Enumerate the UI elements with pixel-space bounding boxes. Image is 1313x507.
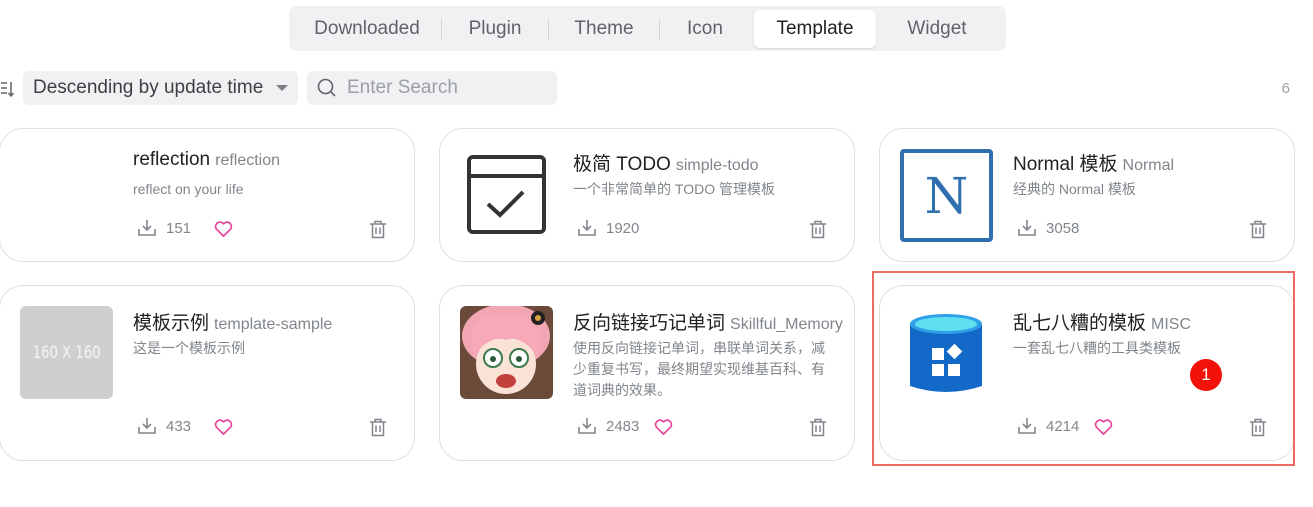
trash-icon[interactable] [809,220,827,239]
marketplace-page: Downloaded Plugin Theme Icon Template Wi… [0,0,1313,507]
download-count: 1920 [577,219,639,237]
sort-dropdown[interactable]: Descending by update time [23,71,298,105]
card-title: 极简 TODO simple-todo [573,154,759,175]
download-icon [1018,220,1036,236]
template-card-template-sample[interactable]: 160 X 160 模板示例 template-sample 这是一个模板示例 4… [0,285,415,461]
trash-icon[interactable] [1249,220,1267,239]
card-description: 这是一个模板示例 [133,340,245,356]
trash-icon[interactable] [809,418,827,437]
selection-highlight-box [872,271,1295,466]
letter-n-icon: N [900,149,993,242]
sort-dropdown-label: Descending by update time [33,77,264,98]
template-card-simple-todo[interactable]: 极简 TODO simple-todo 一个非常简单的 TODO 管理模板 192… [439,128,855,262]
tab-widget[interactable]: Widget [876,10,998,48]
blank-thumbnail [20,149,113,242]
card-subtitle: Normal [1122,157,1175,174]
search-box[interactable] [307,71,557,105]
download-icon [138,220,156,236]
result-count: 6 [1281,80,1290,97]
download-count: 151 [137,219,191,237]
download-count: 3058 [1017,219,1079,237]
search-icon [317,78,336,97]
card-subtitle: Skillful_Memory [730,316,843,333]
category-tabs: Downloaded Plugin Theme Icon Template Wi… [289,6,1006,51]
card-title: reflection reflection [133,149,281,170]
trash-icon[interactable] [369,418,387,437]
template-card-skillful-memory[interactable]: 反向链接巧记单词 Skillful_Memory 使用反向链接记单词，串联单词关系… [439,285,855,461]
chevron-down-icon [276,85,288,91]
template-card-reflection[interactable]: reflection reflection reflect on your lif… [0,128,415,262]
tab-template[interactable]: Template [754,9,876,48]
search-input[interactable] [347,77,537,99]
download-icon [578,418,596,434]
download-icon [578,220,596,236]
card-subtitle: simple-todo [675,157,759,174]
sort-order-icon[interactable] [0,79,14,99]
card-subtitle: template-sample [214,316,333,333]
download-count: 433 [137,417,191,435]
checkbox-calendar-icon [460,149,553,242]
trash-icon[interactable] [369,220,387,239]
heart-icon[interactable] [214,220,233,238]
template-card-normal[interactable]: N Normal 模板 Normal 经典的 Normal 模板 3058 [879,128,1295,262]
card-description: 经典的 Normal 模板 [1013,181,1136,197]
card-subtitle: reflection [215,152,281,169]
card-title: 反向链接巧记单词 Skillful_Memory [573,313,843,334]
card-description: reflect on your life [133,181,244,197]
card-title: Normal 模板 Normal [1013,154,1175,175]
tab-theme[interactable]: Theme [549,10,659,48]
tab-downloaded[interactable]: Downloaded [293,10,441,48]
card-description: 一个非常简单的 TODO 管理模板 [573,181,775,197]
heart-icon[interactable] [214,418,233,436]
placeholder-image: 160 X 160 [20,306,113,399]
download-icon [138,418,156,434]
card-title: 模板示例 template-sample [133,313,333,334]
anime-girl-avatar [460,306,553,399]
annotation-badge: 1 [1190,359,1222,391]
card-description: 使用反向链接记单词，串联单词关系，减少重复书写，最终期望实现维基百科、有道词典的… [573,340,825,398]
heart-icon[interactable] [654,418,673,436]
download-count: 2483 [577,417,639,435]
tab-plugin[interactable]: Plugin [442,10,548,48]
tab-icon[interactable]: Icon [660,10,750,48]
